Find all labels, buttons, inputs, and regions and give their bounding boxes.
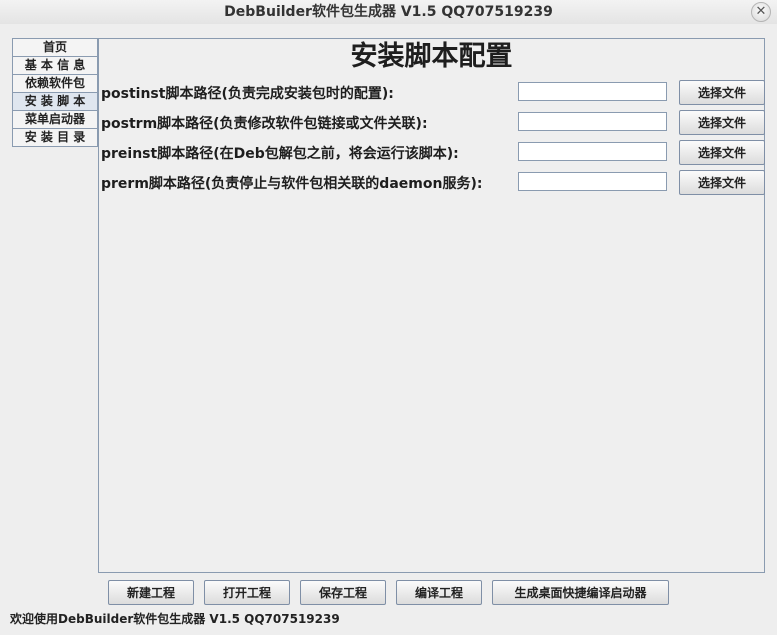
save-project-button[interactable]: 保存工程 [300, 580, 386, 605]
postinst-path-input[interactable] [518, 82, 667, 101]
preinst-row: preinst脚本路径(在Deb包解包之前，将会运行该脚本): 选择文件 [99, 140, 766, 165]
tab-install-directory[interactable]: 安 装 目 录 [12, 128, 98, 147]
prerm-label: prerm脚本路径(负责停止与软件包相关联的daemon服务): [101, 176, 483, 192]
window-title: DebBuilder软件包生成器 V1.5 QQ707519239 [224, 4, 553, 20]
prerm-choose-file-button[interactable]: 选择文件 [679, 170, 765, 195]
postrm-choose-file-button[interactable]: 选择文件 [679, 110, 765, 135]
install-scripts-panel: 安装脚本配置 postinst脚本路径(负责完成安装包时的配置): 选择文件 p… [98, 38, 765, 573]
window-titlebar: DebBuilder软件包生成器 V1.5 QQ707519239 ✕ [0, 0, 777, 24]
open-project-button[interactable]: 打开工程 [204, 580, 290, 605]
bottom-toolbar: 新建工程 打开工程 保存工程 编译工程 生成桌面快捷编译启动器 [0, 580, 777, 605]
tab-home[interactable]: 首页 [12, 38, 98, 56]
preinst-path-input[interactable] [518, 142, 667, 161]
tab-dependencies[interactable]: 依赖软件包 [12, 74, 98, 92]
preinst-choose-file-button[interactable]: 选择文件 [679, 140, 765, 165]
generate-desktop-launcher-button[interactable]: 生成桌面快捷编译启动器 [492, 580, 669, 605]
new-project-button[interactable]: 新建工程 [108, 580, 194, 605]
tab-install-scripts[interactable]: 安 装 脚 本 [12, 92, 98, 110]
tab-menu-launcher[interactable]: 菜单启动器 [12, 110, 98, 128]
postrm-path-input[interactable] [518, 112, 667, 131]
postrm-row: postrm脚本路径(负责修改软件包链接或文件关联): 选择文件 [99, 110, 766, 135]
postinst-label: postinst脚本路径(负责完成安装包时的配置): [101, 86, 394, 102]
status-bar-text: 欢迎使用DebBuilder软件包生成器 V1.5 QQ707519239 [10, 612, 340, 626]
postinst-choose-file-button[interactable]: 选择文件 [679, 80, 765, 105]
preinst-label: preinst脚本路径(在Deb包解包之前，将会运行该脚本): [101, 146, 459, 162]
tab-basic-info[interactable]: 基 本 信 息 [12, 56, 98, 74]
prerm-path-input[interactable] [518, 172, 667, 191]
close-icon[interactable]: ✕ [751, 2, 771, 22]
page-title: 安装脚本配置 [350, 41, 513, 72]
postrm-label: postrm脚本路径(负责修改软件包链接或文件关联): [101, 116, 428, 132]
compile-project-button[interactable]: 编译工程 [396, 580, 482, 605]
postinst-row: postinst脚本路径(负责完成安装包时的配置): 选择文件 [99, 80, 766, 105]
tab-strip: 首页 基 本 信 息 依赖软件包 安 装 脚 本 菜单启动器 安 装 目 录 [12, 38, 98, 147]
prerm-row: prerm脚本路径(负责停止与软件包相关联的daemon服务): 选择文件 [99, 170, 766, 195]
